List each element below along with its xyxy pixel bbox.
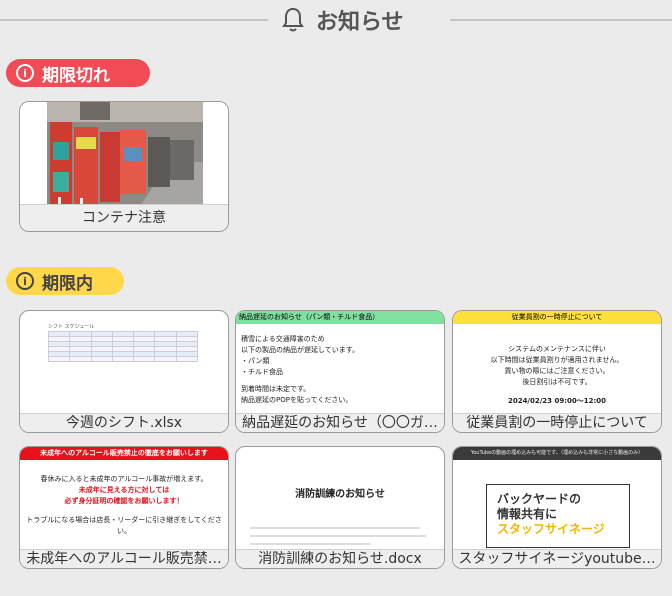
preview-line: ・チルド食品	[241, 368, 283, 376]
card-caption: スタッフサイネージyoutube…	[453, 549, 661, 568]
bell-icon	[282, 7, 304, 32]
spreadsheet-preview: シフト スケジュール	[20, 311, 228, 415]
preview-line: トラブルになる場合は店長・リーダーに引き継ぎをしてください。	[26, 516, 222, 535]
card-caption: 今週のシフト.xlsx	[20, 413, 228, 432]
preview-header: 納品遅延のお知らせ（パン類・チルド食品）	[236, 311, 444, 324]
document-preview: 納品遅延のお知らせ（パン類・チルド食品） 積雪による交通障害のため 以下の製品の…	[236, 311, 444, 415]
sheet-title: シフト スケジュール	[48, 324, 95, 330]
notice-card-shift-xlsx[interactable]: シフト スケジュール 今週のシフト.xlsx	[19, 310, 229, 433]
header-divider-left	[0, 19, 268, 21]
signage-line: スタッフサイネージ	[497, 522, 605, 536]
preview-datetime: 2024/02/23 09:00～12:00	[507, 397, 607, 405]
video-preview: YouTubeの動画の埋め込みも可能です。（埋め込みも非常に小さな動画のみ） バ…	[453, 447, 661, 551]
page-title: お知らせ	[282, 3, 404, 37]
preview-bar: YouTubeの動画の埋め込みも可能です。（埋め込みも非常に小さな動画のみ）	[453, 447, 661, 460]
notice-header: お知らせ	[0, 0, 672, 40]
document-preview: 未成年へのアルコール販売禁止の徹底をお願いします 春休みに入ると未成年のアルコー…	[20, 447, 228, 551]
notice-card-alcohol[interactable]: 未成年へのアルコール販売禁止の徹底をお願いします 春休みに入ると未成年のアルコー…	[19, 446, 229, 569]
preview-line: 後日割引は不可です。	[522, 378, 592, 386]
info-icon: i	[16, 272, 34, 290]
page-title-text: お知らせ	[316, 10, 404, 35]
preview-line: 春休みに入ると未成年のアルコール事故が増えます。	[40, 475, 208, 483]
signage-line: バックヤードの	[497, 492, 582, 506]
card-caption: 未成年へのアルコール販売禁…	[20, 549, 228, 568]
preview-header: 従業員割の一時停止について	[453, 311, 661, 324]
section-badge-expired: i 期限切れ	[6, 59, 150, 87]
signage-poster: バックヤードの 情報共有に スタッフサイネージ	[486, 484, 630, 548]
preview-line: 積雪による交通障害のため	[241, 335, 325, 343]
sheet-grid	[47, 331, 199, 362]
signage-line: 情報共有に	[497, 507, 558, 521]
section-label-active: 期限内	[42, 273, 93, 294]
preview-warning: 未成年に見える方に対しては	[78, 486, 170, 494]
preview-line: 買い物の際にはご注意ください。	[504, 367, 610, 375]
card-caption: 消防訓練のお知らせ.docx	[236, 549, 444, 568]
info-icon: i	[16, 64, 34, 82]
notice-card-fire-drill[interactable]: 消防訓練のお知らせ 消防訓練のお知らせ.docx	[235, 446, 445, 569]
document-preview: 消防訓練のお知らせ	[236, 447, 444, 551]
header-divider-right	[450, 19, 672, 21]
section-label-expired: 期限切れ	[42, 65, 110, 86]
preview-warning: 必ず身分証明の確認をお願いします！	[64, 497, 184, 505]
card-caption: 納品遅延のお知らせ（〇〇ガ…	[236, 413, 444, 432]
preview-line: 以下の製品の納品が遅延しています。	[241, 346, 360, 354]
notice-card-container-warning[interactable]: コンテナ注意	[19, 101, 229, 232]
preview-title: 消防訓練のお知らせ	[295, 489, 385, 500]
container-photo	[20, 102, 228, 206]
section-badge-active: i 期限内	[6, 267, 124, 295]
notice-card-delivery-delay[interactable]: 納品遅延のお知らせ（パン類・チルド食品） 積雪による交通障害のため 以下の製品の…	[235, 310, 445, 433]
card-caption: 従業員割の一時停止について	[453, 413, 661, 432]
notice-card-staff-signage[interactable]: YouTubeの動画の埋め込みも可能です。（埋め込みも非常に小さな動画のみ） バ…	[452, 446, 662, 569]
preview-line: ・パン類	[241, 357, 270, 365]
preview-line: 納品遅延のPOPを貼ってください。	[241, 396, 353, 404]
card-caption: コンテナ注意	[20, 204, 228, 231]
preview-line: システムのメンテナンスに伴い	[508, 345, 606, 353]
preview-header: 未成年へのアルコール販売禁止の徹底をお願いします	[20, 447, 228, 460]
notice-card-employee-discount[interactable]: 従業員割の一時停止について システムのメンテナンスに伴い 以下時間は従業員割りが…	[452, 310, 662, 433]
preview-line: 到着時間は未定です。	[241, 385, 311, 393]
preview-line: 以下時間は従業員割りが適用されません。	[490, 356, 624, 364]
document-preview: 従業員割の一時停止について システムのメンテナンスに伴い 以下時間は従業員割りが…	[453, 311, 661, 415]
